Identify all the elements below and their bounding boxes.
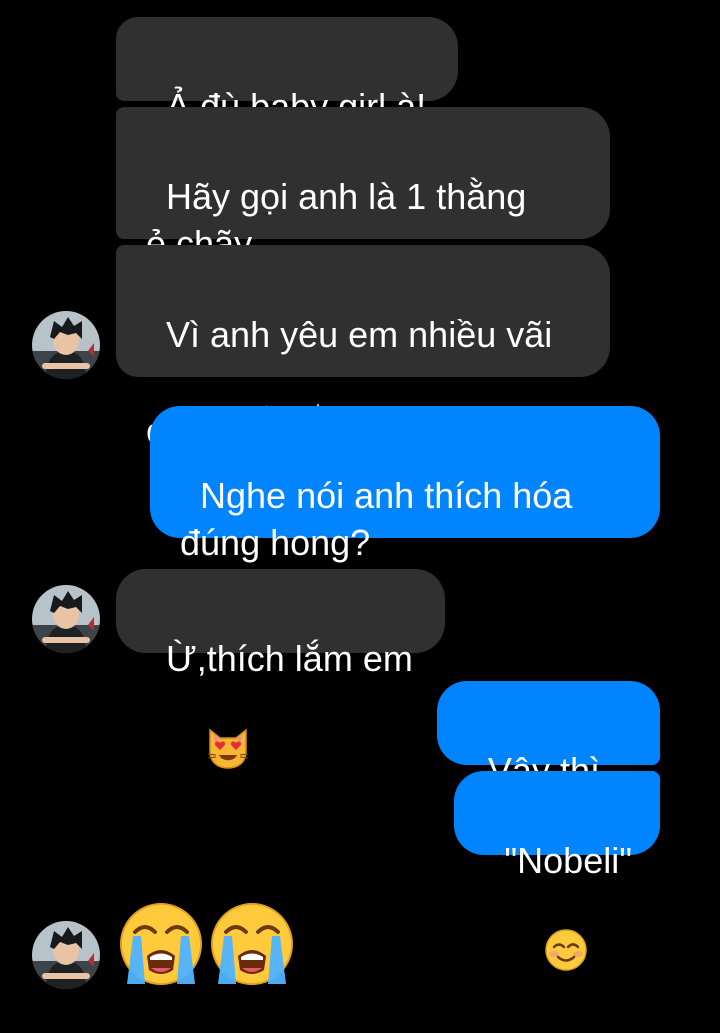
incoming-message-bubble[interactable]: Ừ,thích lắm em (116, 569, 445, 769)
loudly-crying-face-icon[interactable] (208, 900, 296, 988)
message-text: Ừ,thích lắm em (166, 638, 413, 679)
message-text: Nghe nói anh thích hóa đúng hong? (180, 475, 573, 563)
contact-avatar[interactable] (32, 585, 100, 653)
outgoing-message-bubble[interactable]: "Nobeli" (454, 771, 660, 971)
smiling-cat-heart-eyes-icon (166, 679, 250, 828)
contact-avatar[interactable] (32, 921, 100, 989)
incoming-message-bubble[interactable]: Vì anh yêu em nhiều vãi cớt (116, 245, 610, 451)
incoming-message-bubble[interactable]: Hãy gọi anh là 1 thằng ẻ chãy (116, 107, 610, 264)
loudly-crying-face-icon[interactable] (117, 900, 205, 988)
smiling-face-blush-icon (504, 881, 588, 1030)
message-text: "Nobeli" (504, 840, 632, 881)
incoming-message-bubble[interactable]: Ả đù,baby girl à! (116, 17, 459, 127)
contact-avatar[interactable] (32, 311, 100, 379)
outgoing-message-bubble[interactable]: Nghe nói anh thích hóa đúng hong? (150, 406, 660, 563)
outgoing-message-bubble[interactable]: Vậy thì... (436, 681, 660, 791)
